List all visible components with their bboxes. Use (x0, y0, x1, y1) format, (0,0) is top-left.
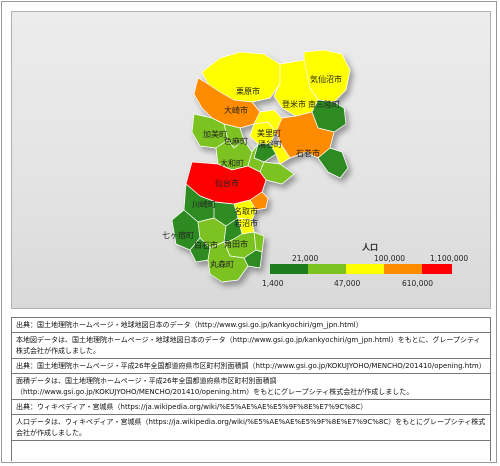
legend-top-tick-1: 100,000 (374, 254, 405, 263)
credit-row: 人口データは、ウィキペディア・宮城県（https://ja.wikipedia.… (12, 415, 490, 441)
legend-bottom-tick-1: 47,000 (334, 279, 360, 288)
label-ishinomaki: 石巻市 (296, 148, 320, 158)
legend-top-tick-2: 1,100,000 (430, 254, 468, 263)
label-taiwa: 大和町 (220, 158, 244, 168)
map-panel: 栗原市 気仙沼市 登米市 南三陸町 大崎市 加美町 色麻町 美里町 涌谷町 石巻… (11, 11, 491, 309)
legend-swatch-4 (422, 264, 452, 274)
choropleth-map: 栗原市 気仙沼市 登米市 南三陸町 大崎市 加美町 色麻町 美里町 涌谷町 石巻… (162, 49, 468, 288)
label-natori: 名取市 (234, 206, 258, 216)
label-marumori: 丸森町 (210, 259, 234, 269)
label-kakuda: 角田市 (224, 239, 248, 249)
legend-swatch-0 (270, 264, 308, 274)
label-shichikashuku: 七ヶ宿町 (162, 230, 194, 240)
label-shiroishi: 白石市 (194, 240, 218, 250)
legend-swatch-2 (346, 264, 384, 274)
credit-row: 面積データは、国土地理院ホームページ・平成26年全国都道府県市区町村別面積調（h… (12, 374, 490, 400)
label-misato: 美里町 (257, 128, 281, 138)
legend: 人口 21,000 100,000 1,100,000 1,400 47,000… (262, 242, 468, 288)
legend-swatch-3 (384, 264, 422, 274)
label-tome: 登米市 (282, 99, 306, 109)
label-kawasaki: 川崎町 (192, 199, 216, 209)
label-osaki: 大崎市 (224, 105, 248, 115)
legend-title: 人口 (362, 242, 378, 252)
legend-top-tick-0: 21,000 (292, 254, 318, 263)
legend-bottom-tick-2: 610,000 (402, 279, 433, 288)
credit-row: 出典：国土地理院ホームページ・平成26年全国都道府県市区町村別面積調（http:… (12, 359, 490, 374)
label-iwanuma: 岩沼市 (234, 218, 258, 228)
legend-bottom-tick-0: 1,400 (262, 279, 284, 288)
source-credits: 出典：国土地理院ホームページ・地球地図日本のデータ（http://www.gsi… (11, 317, 491, 461)
label-minamisanriku: 南三陸町 (308, 99, 340, 109)
label-kurihara: 栗原市 (236, 86, 260, 96)
label-shikama: 色麻町 (224, 136, 248, 146)
label-sendai: 仙台市 (215, 178, 239, 188)
credit-row: 出典：ウィキペディア・宮城県（https://ja.wikipedia.org/… (12, 400, 490, 415)
credit-row: 本地図データは、国土地理院ホームページ・地球地図日本のデータ（http://ww… (12, 333, 490, 359)
page-frame: 栗原市 気仙沼市 登米市 南三陸町 大崎市 加美町 色麻町 美里町 涌谷町 石巻… (1, 1, 497, 463)
label-wakuya: 涌谷町 (258, 139, 282, 149)
label-kesennuma: 気仙沼市 (310, 74, 342, 84)
legend-swatch-1 (308, 264, 346, 274)
credit-row: 出典：国土地理院ホームページ・地球地図日本のデータ（http://www.gsi… (12, 318, 490, 333)
